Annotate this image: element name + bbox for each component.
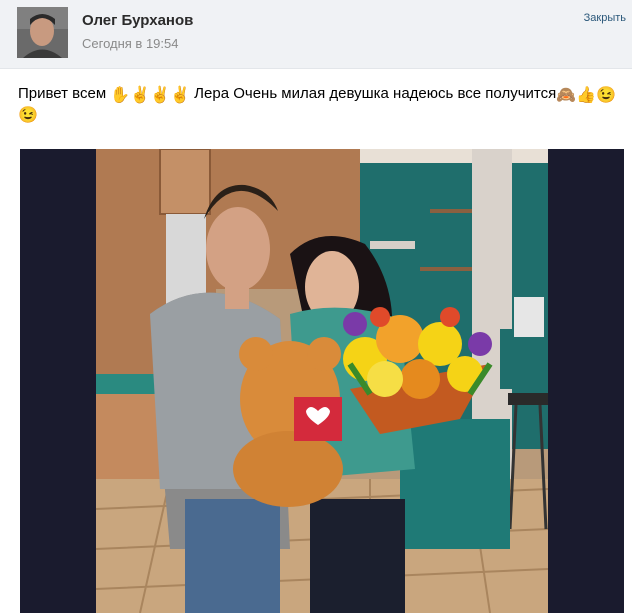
wink-face-icon: 😉 <box>596 87 616 104</box>
author-avatar[interactable] <box>17 7 68 58</box>
post-text-greeting: Привет всем <box>18 85 107 102</box>
victory-hand-icon: ✌ <box>130 87 151 104</box>
post-text-message: Лера Очень милая девушка надеюсь все пол… <box>194 85 557 102</box>
post-header: Олег Бурханов Сегодня в 19:54 Закрыть <box>0 0 632 69</box>
post-text: Привет всем ✋✌✌✌ Лера Очень милая девушк… <box>18 84 626 124</box>
victory-hand-icon: ✌ <box>170 87 190 104</box>
post-photo[interactable] <box>20 149 624 613</box>
author-name[interactable]: Олег Бурханов <box>82 12 193 29</box>
wink-face-icon: 😉 <box>18 107 38 124</box>
see-no-evil-monkey-icon: 🙈 <box>556 87 577 104</box>
avatar-photo <box>17 7 68 58</box>
raised-hand-icon: ✋ <box>110 87 131 104</box>
photo-couple-with-teddy-bear-and-flowers <box>20 149 624 613</box>
victory-hand-icon: ✌ <box>150 87 171 104</box>
thumbs-up-icon: 👍 <box>576 87 597 104</box>
post-timestamp[interactable]: Сегодня в 19:54 <box>82 36 178 51</box>
close-link[interactable]: Закрыть <box>584 12 626 24</box>
